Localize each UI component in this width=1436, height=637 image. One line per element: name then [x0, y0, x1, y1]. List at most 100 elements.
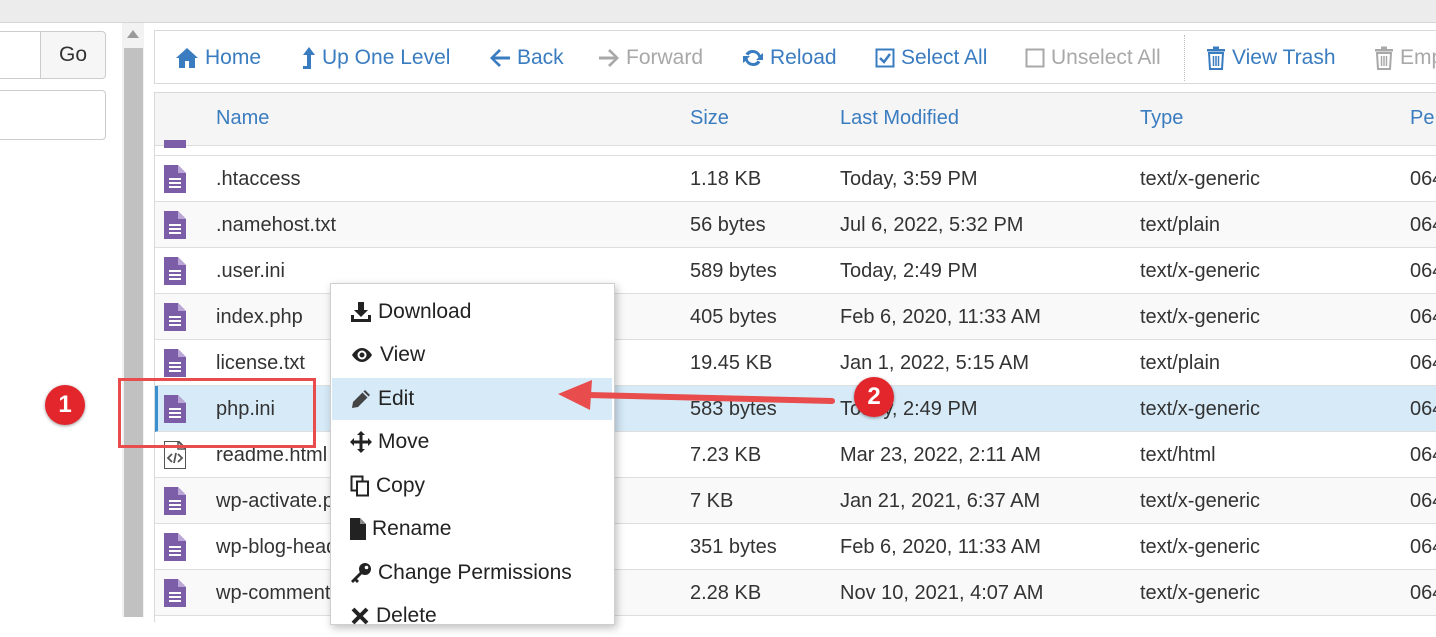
- context-menu-download[interactable]: Download: [332, 291, 612, 333]
- trash-icon: [1375, 46, 1393, 70]
- file-permissions: 064: [1410, 490, 1436, 512]
- back-label: Back: [517, 46, 564, 69]
- copy-label: Copy: [376, 474, 426, 497]
- unselect-all-button[interactable]: Unselect All: [1025, 31, 1161, 85]
- file-permissions: 064: [1410, 306, 1436, 328]
- file-name[interactable]: index.php: [216, 306, 303, 329]
- column-header-permissions[interactable]: Pe: [1410, 107, 1434, 130]
- file-size: 7.23 KB: [690, 444, 762, 466]
- browser-top-strip: [0, 0, 1436, 23]
- home-label: Home: [205, 46, 262, 69]
- file-type: text/x-generic: [1140, 260, 1261, 282]
- download-icon: [351, 302, 371, 322]
- context-menu-copy[interactable]: Copy: [332, 465, 612, 507]
- context-menu-move[interactable]: Move: [332, 421, 612, 463]
- text-file-icon: [164, 533, 186, 561]
- file-permissions: 064: [1410, 536, 1436, 558]
- home-icon: [176, 48, 198, 68]
- file-type: text/plain: [1140, 214, 1221, 236]
- file-permissions: 064: [1410, 260, 1436, 282]
- file-type: text/x-generic: [1140, 582, 1261, 604]
- column-header-name[interactable]: Name: [216, 107, 269, 130]
- file-size: 56 bytes: [690, 214, 766, 236]
- file-name[interactable]: .htaccess: [216, 168, 300, 191]
- file-type: text/html: [1140, 444, 1216, 466]
- context-menu-view[interactable]: View: [332, 334, 612, 376]
- select-all-button[interactable]: Select All: [875, 31, 987, 85]
- up-level-icon: [303, 47, 315, 69]
- highlight-box-php-ini: [118, 378, 316, 448]
- pencil-icon: [352, 390, 370, 408]
- file-modified: Feb 6, 2020, 11:33 AM: [840, 536, 1041, 558]
- file-type: text/plain: [1140, 352, 1221, 374]
- trash-icon: [1207, 46, 1225, 70]
- table-row[interactable]: .htaccess 1.18 KB Today, 3:59 PM text/x-…: [155, 156, 1436, 202]
- context-menu-change-permissions[interactable]: Change Permissions: [332, 552, 612, 594]
- file-modified: Today, 3:59 PM: [840, 168, 978, 190]
- file-size: 19.45 KB: [690, 352, 773, 374]
- context-menu-rename[interactable]: Rename: [332, 508, 612, 550]
- up-one-level-button[interactable]: Up One Level: [302, 31, 450, 85]
- empty-trash-label: Emp: [1400, 46, 1436, 69]
- file-size: 7 KB: [690, 490, 734, 512]
- text-file-icon: [164, 579, 186, 607]
- file-permissions: 064: [1410, 168, 1436, 190]
- file-permissions: 064: [1410, 582, 1436, 604]
- text-file-icon: [164, 487, 186, 515]
- toolbar-divider: [1184, 35, 1186, 81]
- directory-tree-box[interactable]: [0, 90, 106, 140]
- file-name[interactable]: .namehost.txt: [216, 214, 336, 237]
- text-file-icon: [164, 257, 186, 285]
- text-file-icon: [164, 349, 186, 377]
- scroll-up-arrow-icon[interactable]: [127, 30, 139, 38]
- go-button[interactable]: Go: [40, 31, 106, 79]
- step-1-badge: 1: [45, 385, 85, 425]
- up-one-level-label: Up One Level: [322, 46, 451, 69]
- file-modified: Jan 1, 2022, 5:15 AM: [840, 352, 1030, 374]
- forward-label: Forward: [626, 46, 704, 69]
- reload-button[interactable]: Reload: [742, 31, 837, 85]
- home-button[interactable]: Home: [175, 31, 261, 85]
- text-file-icon: [164, 165, 186, 193]
- context-menu-delete[interactable]: Delete: [332, 595, 612, 637]
- view-label: View: [380, 343, 426, 366]
- context-menu: Download View Edit Move Copy Rename Chan…: [330, 283, 615, 627]
- table-header: Name Size Last Modified Type Pe: [155, 93, 1436, 146]
- file-modified: Jan 21, 2021, 6:37 AM: [840, 490, 1041, 512]
- move-label: Move: [378, 430, 430, 453]
- file-permissions: 064: [1410, 214, 1436, 236]
- edit-label: Edit: [378, 387, 415, 410]
- forward-button[interactable]: Forward: [598, 31, 703, 85]
- file-size: 351 bytes: [690, 536, 777, 558]
- text-file-icon: [164, 140, 186, 148]
- table-row[interactable]: .namehost.txt 56 bytes Jul 6, 2022, 5:32…: [155, 202, 1436, 248]
- checked-box-icon: [875, 48, 895, 68]
- back-arrow-icon: [490, 49, 510, 67]
- file-modified: Feb 6, 2020, 11:33 AM: [840, 306, 1041, 328]
- file-icon: [350, 518, 366, 540]
- file-size: 1.18 KB: [690, 168, 762, 190]
- column-header-type[interactable]: Type: [1140, 107, 1183, 130]
- unselect-all-label: Unselect All: [1051, 46, 1161, 69]
- file-type: text/x-generic: [1140, 536, 1261, 558]
- file-name[interactable]: .user.ini: [216, 260, 285, 283]
- step-2-badge: 2: [854, 377, 894, 417]
- column-header-last-modified[interactable]: Last Modified: [840, 107, 959, 130]
- path-input[interactable]: [0, 31, 40, 79]
- column-header-size[interactable]: Size: [690, 107, 729, 130]
- empty-box-icon: [1025, 48, 1045, 68]
- file-permissions: 064: [1410, 398, 1436, 420]
- move-icon: [350, 431, 372, 453]
- file-type: text/x-generic: [1140, 398, 1261, 420]
- delete-label: Delete: [376, 604, 437, 627]
- view-trash-button[interactable]: View Trash: [1206, 31, 1336, 85]
- text-file-icon: [164, 303, 186, 331]
- back-button[interactable]: Back: [489, 31, 564, 85]
- eye-icon: [352, 348, 372, 362]
- file-permissions: 064: [1410, 352, 1436, 374]
- reload-label: Reload: [770, 46, 837, 69]
- file-name[interactable]: license.txt: [216, 352, 305, 375]
- scrollbar-thumb[interactable]: [124, 48, 143, 617]
- empty-trash-button[interactable]: Emp: [1374, 31, 1436, 85]
- file-manager-toolbar: Home Up One Level Back Forward Reload Se…: [154, 30, 1436, 84]
